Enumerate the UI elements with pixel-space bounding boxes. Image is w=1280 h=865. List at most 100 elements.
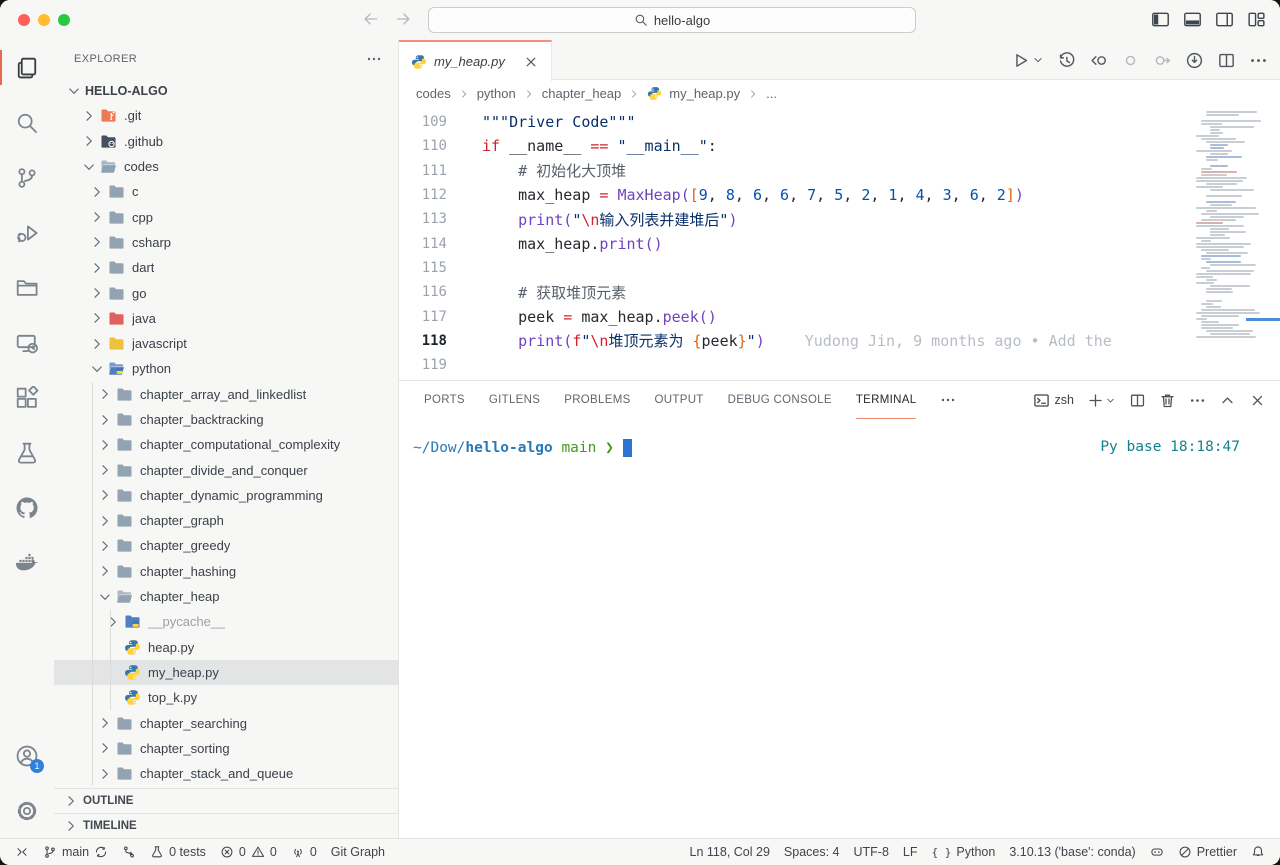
tree-row[interactable]: chapter_stack_and_queue	[54, 761, 398, 786]
tree-row[interactable]: my_heap.py	[54, 660, 398, 685]
activity-item-explorer[interactable]	[0, 40, 54, 95]
breadcrumb-item[interactable]: python	[477, 86, 516, 101]
tree-row[interactable]: .github	[54, 129, 398, 154]
tree-row[interactable]: chapter_greedy	[54, 533, 398, 558]
status-item-copilot[interactable]	[1143, 839, 1171, 865]
explorer-more-actions-button[interactable]	[366, 51, 382, 67]
status-item-notifications[interactable]	[1244, 839, 1272, 865]
gitlens-compare-button[interactable]	[1089, 51, 1108, 70]
tree-row[interactable]: top_k.py	[54, 685, 398, 710]
tree-row[interactable]: heap.py	[54, 635, 398, 660]
sidebar-section-timeline[interactable]: TIMELINE	[54, 813, 398, 838]
status-item-prettier[interactable]: Prettier	[1171, 839, 1244, 865]
activity-item-extensions[interactable]	[0, 370, 54, 425]
next-change-button[interactable]	[1153, 51, 1172, 70]
minimap[interactable]	[1196, 111, 1272, 339]
run-python-file-button[interactable]	[1011, 51, 1044, 70]
kill-terminal-button[interactable]	[1159, 392, 1176, 409]
tree-row[interactable]: chapter_backtracking	[54, 407, 398, 432]
breadcrumb-item[interactable]: ...	[766, 86, 777, 101]
tree-row[interactable]: chapter_graph	[54, 508, 398, 533]
toggle-panel-button[interactable]	[1183, 10, 1202, 29]
panel-more-tabs-button[interactable]	[940, 392, 956, 408]
activity-item-folder-explorer[interactable]	[0, 260, 54, 315]
tree-row[interactable]: dart	[54, 255, 398, 280]
panel-tab-debug-console[interactable]: DEBUG CONSOLE	[728, 381, 832, 419]
status-item-gitlens-compare[interactable]	[115, 839, 143, 865]
breadcrumb-item[interactable]: codes	[416, 86, 451, 101]
tree-root-row[interactable]: HELLO-ALGO	[54, 78, 398, 103]
tree-row[interactable]: javascript	[54, 331, 398, 356]
tree-row[interactable]: go	[54, 280, 398, 305]
status-item-branch[interactable]: main	[36, 839, 115, 865]
tree-row[interactable]: chapter_hashing	[54, 559, 398, 584]
commit-graph-button[interactable]	[1185, 51, 1204, 70]
status-item-git-graph[interactable]: Git Graph	[324, 839, 392, 865]
panel-views-more-button[interactable]	[1189, 392, 1206, 409]
status-item-eol[interactable]: LF	[896, 839, 925, 865]
status-item-broadcast[interactable]: 0	[284, 839, 324, 865]
maximize-panel-button[interactable]	[1219, 392, 1236, 409]
activity-item-run-debug[interactable]	[0, 205, 54, 260]
toggle-sidebar-button[interactable]	[1151, 10, 1170, 29]
status-item-remote[interactable]	[8, 839, 36, 865]
panel-tab-problems[interactable]: PROBLEMS	[564, 381, 630, 419]
toggle-secondary-sidebar-button[interactable]	[1215, 10, 1234, 29]
new-terminal-button[interactable]	[1087, 392, 1116, 409]
status-item-cursor-position[interactable]: Ln 118, Col 29	[683, 839, 777, 865]
terminal-shell-picker[interactable]: zsh	[1033, 392, 1074, 409]
history-forward-button[interactable]	[394, 10, 412, 28]
tree-row[interactable]: c	[54, 179, 398, 204]
customize-layout-button[interactable]	[1247, 10, 1266, 29]
breadcrumb-item[interactable]: chapter_heap	[542, 86, 622, 101]
panel-tab-gitlens[interactable]: GITLENS	[489, 381, 540, 419]
tree-row[interactable]: chapter_searching	[54, 710, 398, 735]
history-back-button[interactable]	[362, 10, 380, 28]
tree-row[interactable]: chapter_divide_and_conquer	[54, 457, 398, 482]
activity-item-docker[interactable]	[0, 535, 54, 590]
zoom-window-button[interactable]	[58, 14, 70, 26]
panel-tab-ports[interactable]: PORTS	[424, 381, 465, 419]
activity-item-settings[interactable]	[0, 783, 54, 838]
terminal-area[interactable]: ~/Dow/hello-algo main ❯ Py base 18:18:47	[399, 419, 1280, 838]
minimize-window-button[interactable]	[38, 14, 50, 26]
activity-item-accounts[interactable]: 1	[0, 728, 54, 783]
panel-tab-output[interactable]: OUTPUT	[655, 381, 704, 419]
breadcrumb-item[interactable]: my_heap.py	[669, 86, 740, 101]
tree-row[interactable]: chapter_dynamic_programming	[54, 483, 398, 508]
tree-row[interactable]: chapter_sorting	[54, 736, 398, 761]
activity-item-source-control[interactable]	[0, 150, 54, 205]
split-editor-button[interactable]	[1217, 51, 1236, 70]
tree-row[interactable]: chapter_heap	[54, 584, 398, 609]
status-item-problems[interactable]: 00	[213, 839, 284, 865]
tree-row[interactable]: python	[54, 356, 398, 381]
activity-item-search[interactable]	[0, 95, 54, 150]
activity-item-testing[interactable]	[0, 425, 54, 480]
tree-row[interactable]: chapter_computational_complexity	[54, 432, 398, 457]
editor-more-actions-button[interactable]	[1249, 51, 1268, 70]
split-terminal-button[interactable]	[1129, 392, 1146, 409]
status-item-indentation[interactable]: Spaces: 4	[777, 839, 847, 865]
tab-my-heap[interactable]: my_heap.py	[399, 40, 552, 81]
sidebar-section-outline[interactable]: OUTLINE	[54, 788, 398, 813]
tree-row[interactable]: __pycache__	[54, 609, 398, 634]
command-center-search[interactable]: hello-algo	[428, 7, 916, 33]
status-item-python-interpreter[interactable]: 3.10.13 ('base': conda)	[1002, 839, 1142, 865]
activity-item-remote-explorer[interactable]	[0, 315, 54, 370]
tree-row[interactable]: java	[54, 306, 398, 331]
tree-row[interactable]: csharp	[54, 230, 398, 255]
timeline-history-button[interactable]	[1057, 51, 1076, 70]
status-item-language-mode[interactable]: { }Python	[925, 839, 1003, 865]
tree-row[interactable]: chapter_array_and_linkedlist	[54, 382, 398, 407]
status-item-tests[interactable]: 0 tests	[143, 839, 213, 865]
tree-row[interactable]: cpp	[54, 204, 398, 229]
code-editor[interactable]: 109"""Driver Code"""110if __name__ == "_…	[399, 107, 1280, 380]
close-panel-button[interactable]	[1249, 392, 1266, 409]
previous-change-button[interactable]	[1121, 51, 1140, 70]
tree-row[interactable]: codes	[54, 154, 398, 179]
tree-row[interactable]: .git	[54, 103, 398, 128]
close-tab-icon[interactable]	[523, 54, 539, 70]
panel-tab-terminal[interactable]: TERMINAL	[856, 381, 917, 419]
status-item-encoding[interactable]: UTF-8	[847, 839, 896, 865]
activity-item-github[interactable]	[0, 480, 54, 535]
